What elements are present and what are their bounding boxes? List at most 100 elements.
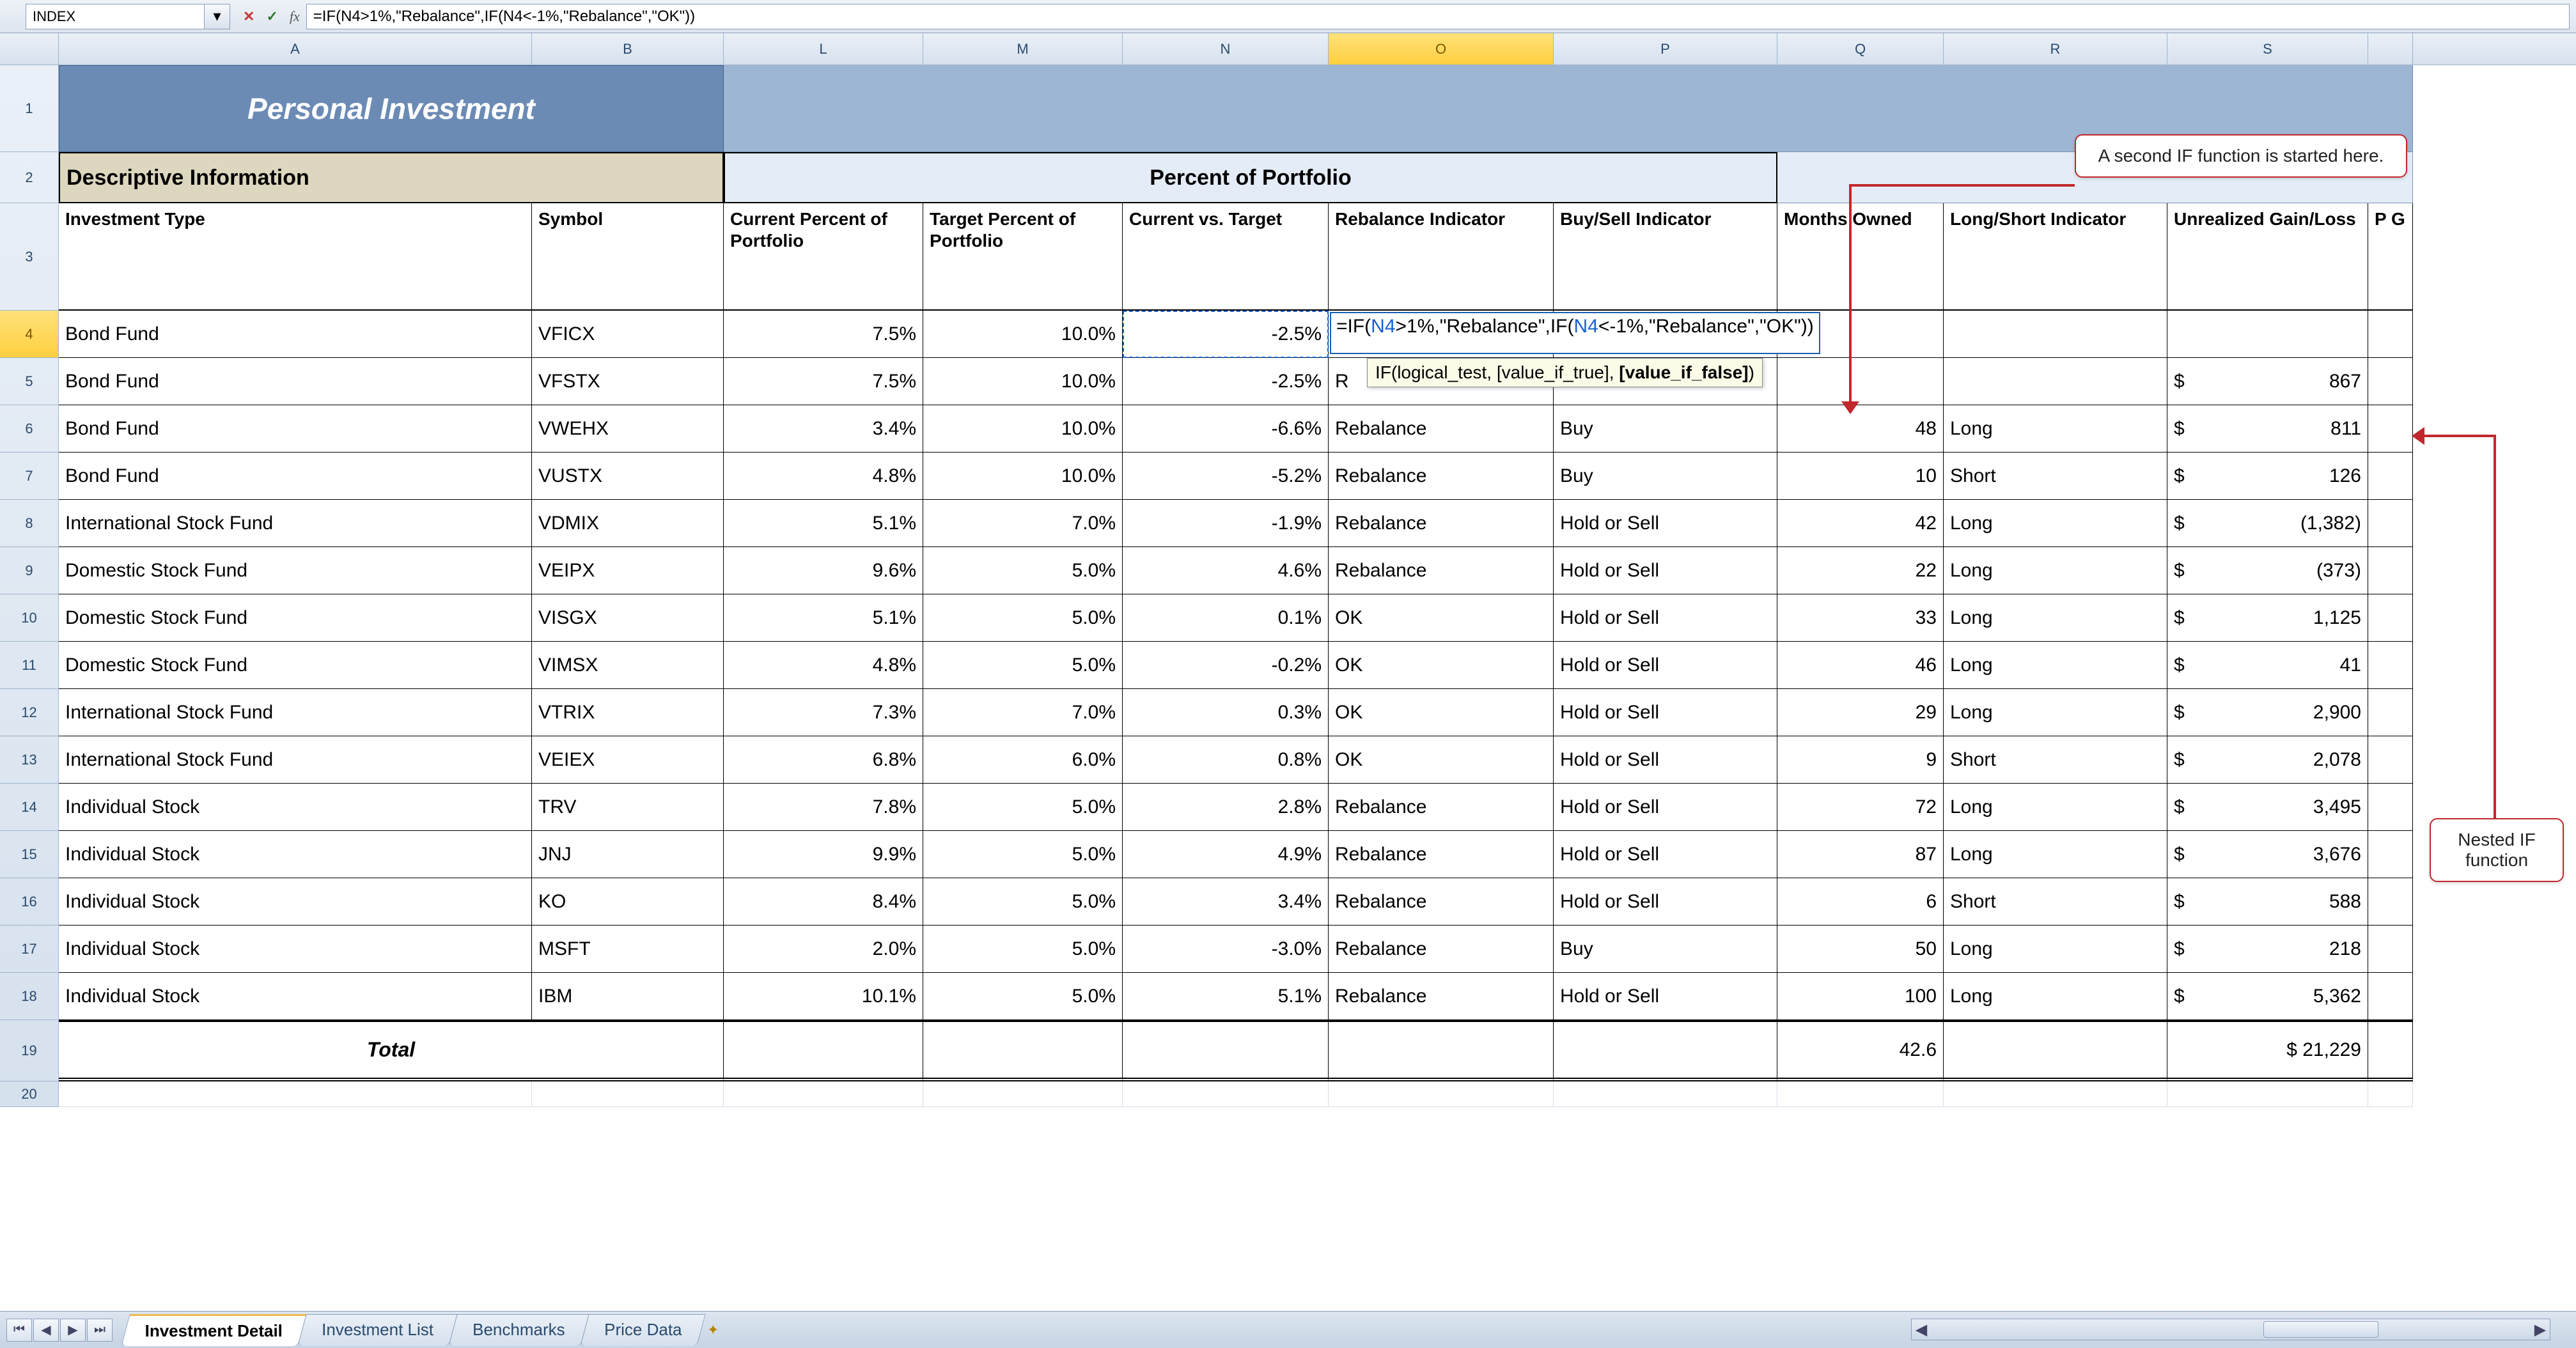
r20-L[interactable] <box>724 1081 923 1107</box>
total-T[interactable] <box>2368 1020 2413 1081</box>
cell-P[interactable]: Hold or Sell <box>1554 689 1777 736</box>
cell-T[interactable] <box>2368 878 2413 926</box>
cell-N[interactable]: 2.8% <box>1123 784 1329 831</box>
cell-M[interactable]: 7.0% <box>923 689 1123 736</box>
cancel-icon[interactable]: ✕ <box>243 8 254 25</box>
section-descriptive[interactable]: Descriptive Information <box>59 152 724 203</box>
total-label[interactable]: Total <box>59 1020 724 1081</box>
tab-nav-next-icon[interactable]: ▶ <box>60 1319 86 1342</box>
cell-L[interactable]: 4.8% <box>724 453 923 500</box>
row-header-18[interactable]: 18 <box>0 973 59 1020</box>
cell-O[interactable]: OK <box>1329 736 1554 784</box>
cell-R[interactable]: Long <box>1944 831 2167 878</box>
cell-symbol[interactable]: IBM <box>532 973 724 1020</box>
cell-type[interactable]: International Stock Fund <box>59 689 532 736</box>
table-header-S[interactable]: Unrealized Gain/Loss <box>2167 203 2368 311</box>
cell-P[interactable]: Buy <box>1554 453 1777 500</box>
cell-S[interactable]: $218 <box>2167 926 2368 973</box>
cell-symbol[interactable]: JNJ <box>532 831 724 878</box>
cell-R[interactable]: Long <box>1944 642 2167 689</box>
row-header-9[interactable]: 9 <box>0 547 59 594</box>
sheet-tab-price-data[interactable]: Price Data <box>580 1314 706 1346</box>
cell-Q[interactable]: 29 <box>1777 689 1944 736</box>
sheet-tab-investment-detail[interactable]: Investment Detail <box>121 1314 307 1346</box>
cell-P[interactable]: Hold or Sell <box>1554 973 1777 1020</box>
row-header-4[interactable]: 4 <box>0 311 59 358</box>
cell-T[interactable] <box>2368 831 2413 878</box>
cell-symbol[interactable]: VEIEX <box>532 736 724 784</box>
cell-O[interactable]: Rebalance <box>1329 405 1554 453</box>
table-header-P[interactable]: Buy/Sell Indicator <box>1554 203 1777 311</box>
row-header-5[interactable]: 5 <box>0 358 59 405</box>
cell-Q[interactable]: 87 <box>1777 831 1944 878</box>
cell-M[interactable]: 5.0% <box>923 973 1123 1020</box>
cell-R[interactable]: Short <box>1944 453 2167 500</box>
row-header-11[interactable]: 11 <box>0 642 59 689</box>
r20-A[interactable] <box>59 1081 532 1107</box>
row-header-7[interactable]: 7 <box>0 453 59 500</box>
cell-M[interactable]: 10.0% <box>923 405 1123 453</box>
total-Q[interactable]: 42.6 <box>1777 1020 1944 1081</box>
cell-P[interactable]: Hold or Sell <box>1554 736 1777 784</box>
table-header-B[interactable]: Symbol <box>532 203 724 311</box>
table-header-L[interactable]: Current Percent of Portfolio <box>724 203 923 311</box>
new-sheet-icon[interactable]: ✦ <box>707 1322 719 1338</box>
cell-Q[interactable]: 9 <box>1777 736 1944 784</box>
row-header-15[interactable]: 15 <box>0 831 59 878</box>
column-header-A[interactable]: A <box>59 33 532 65</box>
cell-P[interactable]: Hold or Sell <box>1554 594 1777 642</box>
row-header-2[interactable]: 2 <box>0 152 59 203</box>
cell-type[interactable]: Bond Fund <box>59 453 532 500</box>
cell-O[interactable]: Rebalance <box>1329 878 1554 926</box>
cell-type[interactable]: Domestic Stock Fund <box>59 547 532 594</box>
cell-Q[interactable]: 42 <box>1777 500 1944 547</box>
cell-Q[interactable]: 46 <box>1777 642 1944 689</box>
cell-L[interactable]: 6.8% <box>724 736 923 784</box>
r20-Q[interactable] <box>1777 1081 1944 1107</box>
cell-T[interactable] <box>2368 311 2413 358</box>
row-header-16[interactable]: 16 <box>0 878 59 926</box>
cell-type[interactable]: Bond Fund <box>59 311 532 358</box>
cell-S[interactable]: $2,900 <box>2167 689 2368 736</box>
cell-symbol[interactable]: VFICX <box>532 311 724 358</box>
cell-T[interactable] <box>2368 784 2413 831</box>
page-title[interactable]: Personal Investment <box>59 65 724 152</box>
table-header-A[interactable]: Investment Type <box>59 203 532 311</box>
cell-S[interactable]: $811 <box>2167 405 2368 453</box>
cell-O[interactable]: Rebalance <box>1329 500 1554 547</box>
cell-O[interactable]: Rebalance <box>1329 926 1554 973</box>
cell-P[interactable]: Hold or Sell <box>1554 784 1777 831</box>
r20-T[interactable] <box>2368 1081 2413 1107</box>
cell-M[interactable]: 10.0% <box>923 358 1123 405</box>
cell-T[interactable] <box>2368 736 2413 784</box>
row-header-14[interactable]: 14 <box>0 784 59 831</box>
column-header-T[interactable] <box>2368 33 2413 65</box>
cell-R[interactable]: Long <box>1944 594 2167 642</box>
cell-R[interactable]: Long <box>1944 500 2167 547</box>
tab-nav-last-icon[interactable]: ⏭ <box>87 1319 113 1342</box>
cell-N[interactable]: 4.9% <box>1123 831 1329 878</box>
fx-icon[interactable]: fx <box>290 8 300 25</box>
cell-T[interactable] <box>2368 358 2413 405</box>
cell-O[interactable]: Rebalance <box>1329 973 1554 1020</box>
cell-type[interactable]: Individual Stock <box>59 878 532 926</box>
cell-N[interactable]: 4.6% <box>1123 547 1329 594</box>
cell-S[interactable]: $2,078 <box>2167 736 2368 784</box>
cell-R[interactable]: Long <box>1944 547 2167 594</box>
section-percent[interactable]: Percent of Portfolio <box>724 152 1777 203</box>
cell-symbol[interactable]: VIMSX <box>532 642 724 689</box>
cell-N[interactable]: -1.9% <box>1123 500 1329 547</box>
cell-L[interactable]: 4.8% <box>724 642 923 689</box>
row-header-17[interactable]: 17 <box>0 926 59 973</box>
cell-N[interactable]: -3.0% <box>1123 926 1329 973</box>
column-header-P[interactable]: P <box>1554 33 1777 65</box>
cell-L[interactable]: 10.1% <box>724 973 923 1020</box>
cell-symbol[interactable]: VUSTX <box>532 453 724 500</box>
cell-Q[interactable]: 10 <box>1777 453 1944 500</box>
select-all-corner[interactable] <box>0 33 59 65</box>
cell-R[interactable] <box>1944 358 2167 405</box>
cell-L[interactable]: 5.1% <box>724 500 923 547</box>
row-header-12[interactable]: 12 <box>0 689 59 736</box>
total-S[interactable]: $ 21,229 <box>2167 1020 2368 1081</box>
cell-M[interactable]: 5.0% <box>923 594 1123 642</box>
